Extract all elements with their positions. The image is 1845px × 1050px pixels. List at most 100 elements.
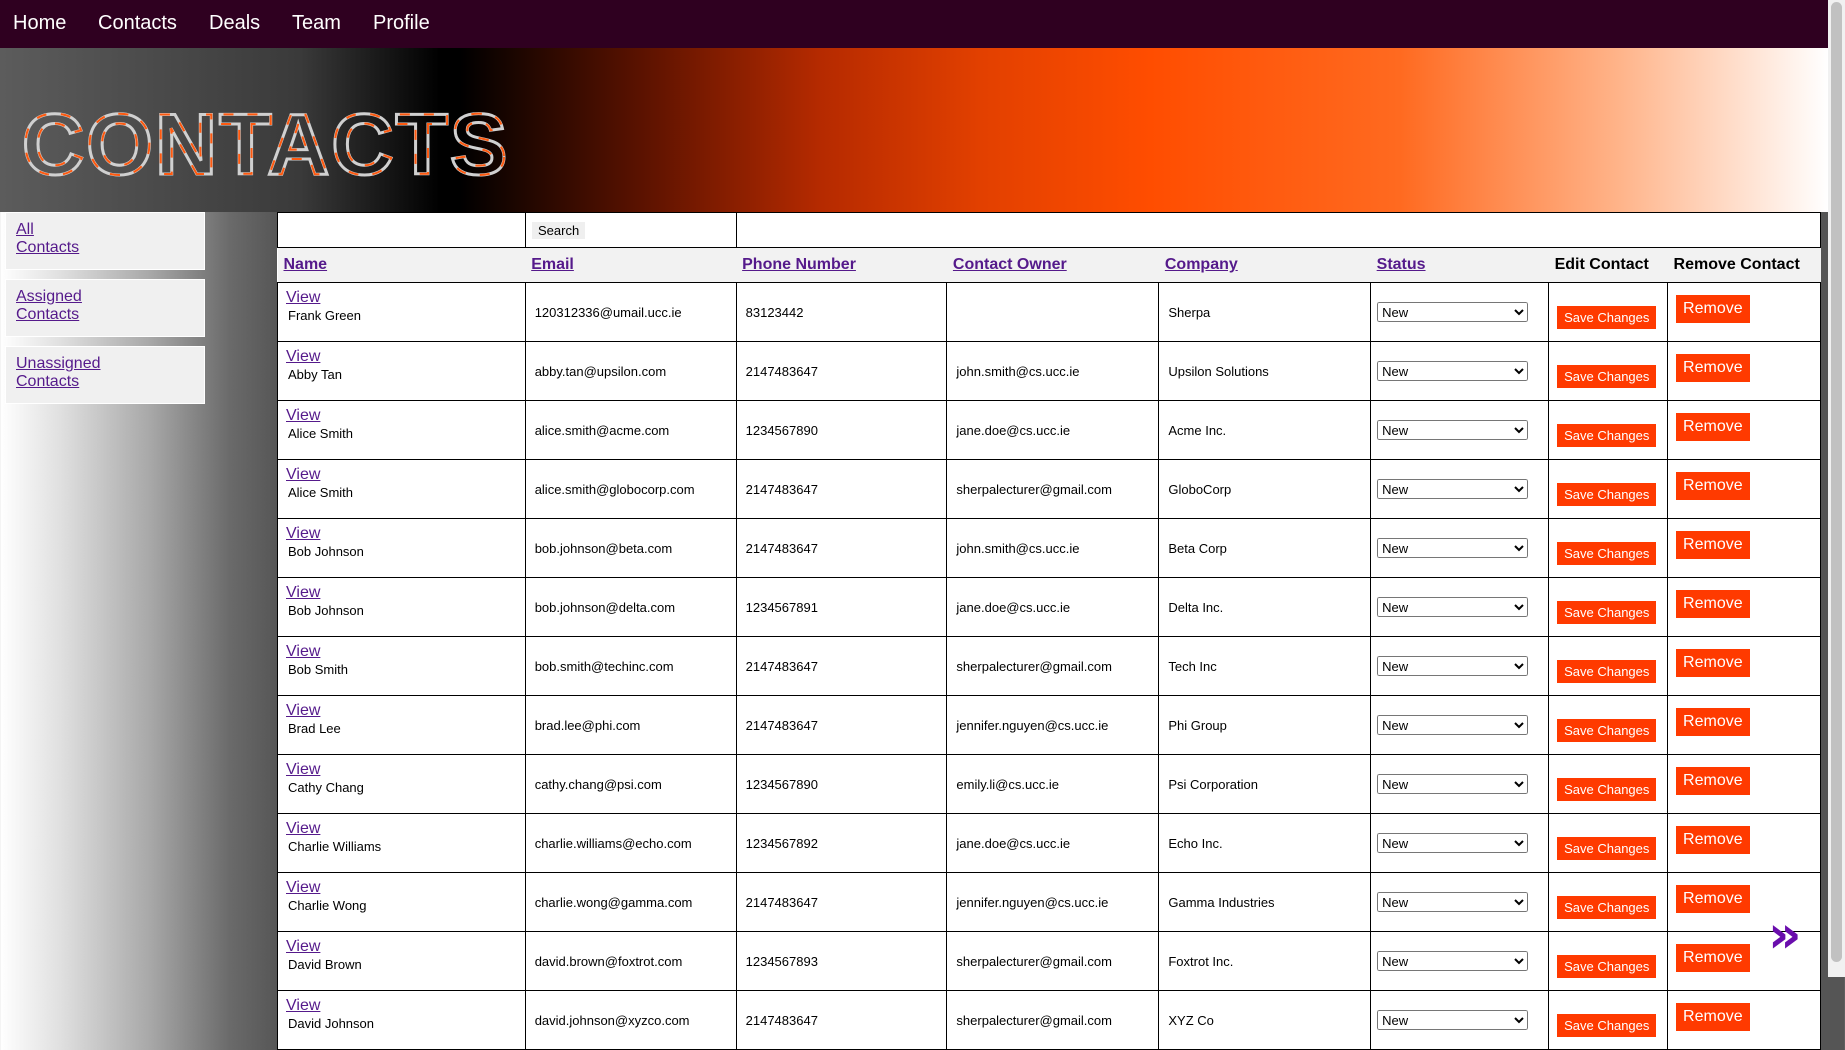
name-cell: View Frank Green — [277, 282, 526, 342]
sort-status-link[interactable]: Status — [1377, 256, 1426, 273]
phone-cell: 83123442 — [735, 282, 948, 342]
save-changes-button[interactable]: Save Changes — [1557, 541, 1657, 565]
sort-email-link[interactable]: Email — [531, 256, 574, 273]
view-contact-link[interactable]: View — [286, 407, 517, 425]
remove-button[interactable]: Remove — [1676, 708, 1750, 736]
remove-button[interactable]: Remove — [1676, 413, 1750, 441]
owner-cell: jane.doe@cs.ucc.ie — [946, 813, 1160, 873]
contact-name: Cathy Chang — [288, 780, 364, 795]
status-select[interactable]: New — [1377, 715, 1529, 735]
sidebar-item-assigned-contacts[interactable]: Assigned Contacts — [5, 279, 205, 337]
save-changes-button[interactable]: Save Changes — [1557, 954, 1657, 978]
status-cell: New — [1370, 282, 1550, 342]
status-cell: New — [1370, 813, 1550, 873]
save-changes-button[interactable]: Save Changes — [1557, 718, 1657, 742]
edit-cell: Save Changes — [1548, 931, 1669, 991]
email-cell: bob.smith@techinc.com — [524, 636, 737, 696]
remove-button[interactable]: Remove — [1676, 354, 1750, 382]
remove-cell: Remove — [1667, 695, 1821, 755]
remove-button[interactable]: Remove — [1676, 1003, 1750, 1031]
view-contact-link[interactable]: View — [286, 348, 517, 366]
sort-company-link[interactable]: Company — [1165, 256, 1238, 273]
remove-cell: Remove — [1667, 754, 1821, 814]
edit-cell: Save Changes — [1548, 459, 1669, 519]
remove-button[interactable]: Remove — [1676, 944, 1750, 972]
edit-cell: Save Changes — [1548, 695, 1669, 755]
company-cell: Foxtrot Inc. — [1158, 931, 1372, 991]
view-contact-link[interactable]: View — [286, 761, 517, 779]
sort-phone-link[interactable]: Phone Number — [742, 256, 856, 273]
save-changes-button[interactable]: Save Changes — [1557, 482, 1657, 506]
save-changes-button[interactable]: Save Changes — [1557, 777, 1657, 801]
nav-team[interactable]: Team — [292, 12, 341, 35]
owner-cell: emily.li@cs.ucc.ie — [946, 754, 1160, 814]
save-changes-button[interactable]: Save Changes — [1557, 895, 1657, 919]
view-contact-link[interactable]: View — [286, 997, 517, 1015]
save-changes-button[interactable]: Save Changes — [1557, 600, 1657, 624]
status-select[interactable]: New — [1377, 833, 1529, 853]
status-cell: New — [1370, 636, 1550, 696]
remove-button[interactable]: Remove — [1676, 885, 1750, 913]
status-select[interactable]: New — [1377, 774, 1529, 794]
next-page-icon[interactable]: » — [1768, 909, 1802, 961]
header-remove-contact: Remove Contact — [1667, 248, 1821, 283]
view-contact-link[interactable]: View — [286, 584, 517, 602]
sort-owner-link[interactable]: Contact Owner — [953, 256, 1067, 273]
save-changes-button[interactable]: Save Changes — [1557, 659, 1657, 683]
remove-button[interactable]: Remove — [1676, 767, 1750, 795]
view-contact-link[interactable]: View — [286, 466, 517, 484]
status-cell: New — [1370, 400, 1550, 460]
status-select[interactable]: New — [1377, 1010, 1529, 1030]
search-input[interactable] — [278, 213, 526, 247]
nav-deals[interactable]: Deals — [209, 12, 260, 35]
edit-cell: Save Changes — [1548, 577, 1669, 637]
view-contact-link[interactable]: View — [286, 702, 517, 720]
sort-name-link[interactable]: Name — [284, 256, 328, 273]
sidebar-item-all-contacts[interactable]: All Contacts — [5, 212, 205, 270]
save-changes-button[interactable]: Save Changes — [1557, 1013, 1657, 1037]
status-select[interactable]: New — [1377, 479, 1529, 499]
status-select[interactable]: New — [1377, 892, 1529, 912]
remove-button[interactable]: Remove — [1676, 472, 1750, 500]
remove-button[interactable]: Remove — [1676, 649, 1750, 677]
save-changes-button[interactable]: Save Changes — [1557, 423, 1657, 447]
status-select[interactable]: New — [1377, 597, 1529, 617]
scrollbar-thumb[interactable] — [1831, 2, 1842, 962]
header-company: Company — [1158, 248, 1371, 283]
svg-text:CONTACTS: CONTACTS — [22, 104, 509, 184]
remove-button[interactable]: Remove — [1676, 295, 1750, 323]
save-changes-button[interactable]: Save Changes — [1557, 364, 1657, 388]
remove-button[interactable]: Remove — [1676, 826, 1750, 854]
company-cell: Gamma Industries — [1158, 872, 1372, 932]
vertical-scrollbar[interactable] — [1828, 0, 1845, 977]
view-contact-link[interactable]: View — [286, 938, 517, 956]
nav-profile[interactable]: Profile — [373, 12, 430, 35]
save-changes-button[interactable]: Save Changes — [1557, 305, 1657, 329]
view-contact-link[interactable]: View — [286, 643, 517, 661]
save-changes-button[interactable]: Save Changes — [1557, 836, 1657, 860]
name-cell: View Bob Johnson — [277, 577, 526, 637]
edit-cell: Save Changes — [1548, 400, 1669, 460]
view-contact-link[interactable]: View — [286, 820, 517, 838]
view-contact-link[interactable]: View — [286, 289, 517, 307]
company-cell: GloboCorp — [1158, 459, 1372, 519]
contact-name: Alice Smith — [288, 485, 354, 500]
view-contact-link[interactable]: View — [286, 525, 517, 543]
remove-cell: Remove — [1667, 341, 1821, 401]
header-email: Email — [525, 248, 737, 283]
status-select[interactable]: New — [1377, 302, 1529, 322]
nav-home[interactable]: Home — [13, 12, 66, 35]
nav-contacts[interactable]: Contacts — [98, 12, 177, 35]
status-select[interactable]: New — [1377, 538, 1529, 558]
status-select[interactable]: New — [1377, 951, 1529, 971]
view-contact-link[interactable]: View — [286, 879, 517, 897]
name-cell: View Bob Johnson — [277, 518, 526, 578]
search-button[interactable]: Search — [532, 222, 586, 239]
sidebar-item-unassigned-contacts[interactable]: Unassigned Contacts — [5, 346, 205, 404]
remove-button[interactable]: Remove — [1676, 590, 1750, 618]
remove-button[interactable]: Remove — [1676, 531, 1750, 559]
status-select[interactable]: New — [1377, 420, 1529, 440]
status-select[interactable]: New — [1377, 361, 1529, 381]
status-select[interactable]: New — [1377, 656, 1529, 676]
company-cell: Psi Corporation — [1158, 754, 1372, 814]
